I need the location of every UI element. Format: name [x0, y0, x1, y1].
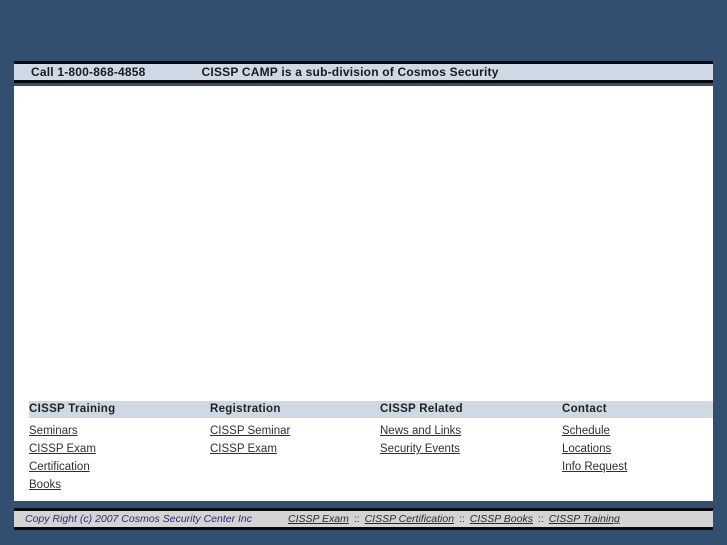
- sitemap-link-cissp-exam-registration[interactable]: CISSP Exam: [210, 443, 277, 455]
- list-item: Info Request: [562, 457, 713, 475]
- list-item: Seminars: [29, 421, 209, 439]
- top-announcement-bar: Call 1-800-868-4858 CISSP CAMP is a sub-…: [14, 61, 713, 83]
- page-root: Call 1-800-868-4858 CISSP CAMP is a sub-…: [0, 0, 727, 545]
- list-item: CISSP Exam: [210, 439, 380, 457]
- sitemap-link-locations[interactable]: Locations: [562, 443, 611, 455]
- footer-link-separator: ::: [459, 513, 465, 525]
- sitemap-column-registration: Registration CISSP Seminar CISSP Exam: [210, 401, 380, 457]
- sitemap-link-list: News and Links Security Events: [380, 421, 560, 457]
- list-item: CISSP Exam: [29, 439, 209, 457]
- sitemap-column-cissp-training: CISSP Training Seminars CISSP Exam Certi…: [29, 401, 209, 493]
- list-item: CISSP Seminar: [210, 421, 380, 439]
- footer-link-cissp-certification[interactable]: CISSP Certification: [365, 513, 454, 525]
- sitemap-link-cissp-exam[interactable]: CISSP Exam: [29, 443, 96, 455]
- copyright-text: Copy Right (c) 2007 Cosmos Security Cent…: [25, 513, 253, 525]
- sitemap-column-heading: Contact: [562, 403, 607, 415]
- footer-link-list: CISSP Exam :: CISSP Certification :: CIS…: [288, 513, 620, 525]
- list-item: Books: [29, 475, 209, 493]
- sitemap-link-security-events[interactable]: Security Events: [380, 443, 460, 455]
- list-item: Schedule: [562, 421, 713, 439]
- sitemap-column-heading: CISSP Related: [380, 403, 463, 415]
- sitemap-link-certification[interactable]: Certification: [29, 461, 90, 473]
- sitemap-link-list: Schedule Locations Info Request: [562, 421, 713, 475]
- sitemap-column-cissp-related: CISSP Related News and Links Security Ev…: [380, 401, 560, 457]
- site-tagline: CISSP CAMP is a sub-division of Cosmos S…: [201, 65, 499, 79]
- sitemap-link-list: CISSP Seminar CISSP Exam: [210, 421, 380, 457]
- list-item: Security Events: [380, 439, 560, 457]
- footer-link-cissp-exam[interactable]: CISSP Exam: [288, 513, 349, 525]
- footer-link-cissp-training[interactable]: CISSP Training: [549, 513, 620, 525]
- list-item: News and Links: [380, 421, 560, 439]
- footer-link-cissp-books[interactable]: CISSP Books: [470, 513, 533, 525]
- sitemap-link-cissp-seminar[interactable]: CISSP Seminar: [210, 425, 290, 437]
- sitemap-link-news-and-links[interactable]: News and Links: [380, 425, 461, 437]
- main-content-area: CISSP Training Seminars CISSP Exam Certi…: [14, 86, 713, 501]
- sitemap-link-list: Seminars CISSP Exam Certification Books: [29, 421, 209, 493]
- sitemap-column-heading: CISSP Training: [29, 403, 116, 415]
- sitemap-link-schedule[interactable]: Schedule: [562, 425, 610, 437]
- footer-link-separator: ::: [353, 513, 360, 525]
- list-item: Locations: [562, 439, 713, 457]
- footer-bar: Copy Right (c) 2007 Cosmos Security Cent…: [14, 508, 713, 530]
- sitemap-link-info-request[interactable]: Info Request: [562, 461, 627, 473]
- phone-number: Call 1-800-868-4858: [31, 65, 146, 79]
- sitemap-column-heading: Registration: [210, 403, 281, 415]
- sitemap-column-contact: Contact Schedule Locations Info Request: [562, 401, 713, 475]
- sitemap-link-books[interactable]: Books: [29, 479, 61, 491]
- list-item: Certification: [29, 457, 209, 475]
- sitemap-link-seminars[interactable]: Seminars: [29, 425, 78, 437]
- footer-link-separator: ::: [537, 513, 544, 525]
